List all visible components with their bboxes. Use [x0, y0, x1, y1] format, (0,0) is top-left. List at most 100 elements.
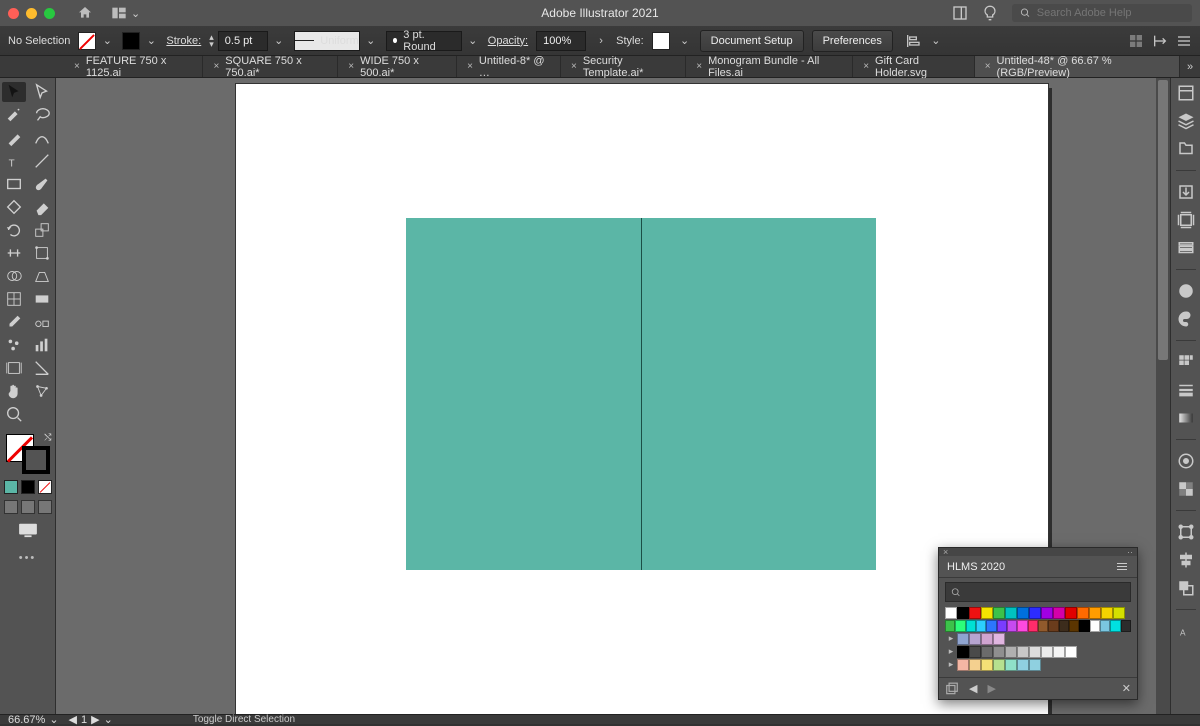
swatch-chip[interactable]: [1041, 646, 1053, 658]
chevron-down-icon[interactable]: ⌄: [49, 713, 58, 726]
swatch-chip[interactable]: [986, 620, 996, 632]
close-tab-icon[interactable]: ×: [985, 61, 991, 72]
character-panel-icon[interactable]: A: [1177, 622, 1195, 640]
control-option-icon[interactable]: [1128, 33, 1144, 49]
swatch-chip[interactable]: [945, 620, 955, 632]
free-transform-tool[interactable]: [30, 243, 54, 263]
swatch-chip[interactable]: [1077, 607, 1089, 619]
selection-tool[interactable]: [2, 82, 26, 102]
swatches-floating-panel[interactable]: ×·· HLMS 2020 ▸▸▸ ◀ ▶ ✕: [938, 547, 1138, 700]
swatch-chip[interactable]: [997, 620, 1007, 632]
column-graph-tool[interactable]: [30, 335, 54, 355]
swatch-chip[interactable]: [1017, 659, 1029, 671]
swatch-chip[interactable]: [1113, 607, 1125, 619]
puppet-warp-tool[interactable]: [30, 381, 54, 401]
document-tab[interactable]: ×Untitled-8* @ …: [457, 56, 561, 77]
perspective-grid-tool[interactable]: [30, 266, 54, 286]
swatch-chip[interactable]: [993, 659, 1005, 671]
help-search-input[interactable]: [1037, 7, 1184, 19]
swatch-chip[interactable]: [1053, 607, 1065, 619]
chevron-down-icon[interactable]: ⌄: [100, 34, 114, 47]
gradient-tool[interactable]: [30, 289, 54, 309]
swatch-chip[interactable]: [993, 646, 1005, 658]
swatch-chip[interactable]: [957, 633, 969, 645]
document-tab[interactable]: ×Security Template.ai*: [561, 56, 686, 77]
swatch-chip[interactable]: [1110, 620, 1120, 632]
align-panel-icon[interactable]: [1177, 551, 1195, 569]
placeholder-tool[interactable]: [30, 404, 54, 424]
swatch-chip[interactable]: [969, 633, 981, 645]
rectangle-tool[interactable]: [2, 174, 26, 194]
stroke-weight-field[interactable]: 0.5 pt: [218, 31, 268, 51]
swatch-chip[interactable]: [981, 633, 993, 645]
swatch-chip[interactable]: [976, 620, 986, 632]
swatch-chip[interactable]: [955, 620, 965, 632]
swatch-chip[interactable]: [1065, 607, 1077, 619]
swatch-chip[interactable]: [981, 659, 993, 671]
swatch-chip[interactable]: [1007, 620, 1017, 632]
asset-export-icon[interactable]: [1177, 183, 1195, 201]
minimize-window-button[interactable]: [26, 8, 37, 19]
zoom-window-button[interactable]: [44, 8, 55, 19]
scale-tool[interactable]: [30, 220, 54, 240]
swatch-chip[interactable]: [957, 607, 969, 619]
appearance-panel-icon[interactable]: [1177, 452, 1195, 470]
swatch-chip[interactable]: [1065, 646, 1077, 658]
prev-library-icon[interactable]: ◀: [969, 682, 977, 695]
transform-panel-icon[interactable]: [1177, 523, 1195, 541]
gradient-panel-icon[interactable]: [1177, 409, 1195, 427]
direct-selection-tool[interactable]: [30, 82, 54, 102]
chevron-right-icon[interactable]: ›: [594, 35, 608, 47]
panel-menu-icon[interactable]: [1115, 561, 1129, 573]
document-setup-button[interactable]: Document Setup: [700, 30, 804, 52]
help-search[interactable]: [1012, 4, 1192, 22]
swatch-chip[interactable]: [945, 607, 957, 619]
chevron-down-icon[interactable]: ⌄: [929, 34, 943, 47]
screen-mode-button[interactable]: [17, 522, 39, 538]
swatch-chip[interactable]: [1069, 620, 1079, 632]
swatches-panel-icon[interactable]: [1177, 353, 1195, 371]
document-tab[interactable]: ×FEATURE 750 x 1125.ai: [64, 56, 203, 77]
close-tab-icon[interactable]: ×: [348, 61, 354, 72]
swatch-chip[interactable]: [957, 659, 969, 671]
chevron-down-icon[interactable]: ⌄: [678, 34, 692, 47]
align-to-icon[interactable]: [905, 33, 921, 49]
document-tab[interactable]: ×Untitled-48* @ 66.67 % (RGB/Preview): [975, 56, 1180, 77]
whats-new-icon[interactable]: [982, 5, 998, 21]
close-tab-icon[interactable]: ×: [213, 61, 219, 72]
chevron-down-icon[interactable]: ⌄: [144, 34, 158, 47]
swatch-chip[interactable]: [1017, 620, 1027, 632]
next-library-icon[interactable]: ▶: [987, 682, 995, 695]
graphic-style-swatch[interactable]: [652, 32, 670, 50]
lasso-tool[interactable]: [30, 105, 54, 125]
document-tab[interactable]: ×SQUARE 750 x 750.ai*: [203, 56, 338, 77]
stroke-panel-icon[interactable]: [1177, 381, 1195, 399]
workspace-switcher-icon[interactable]: [952, 5, 968, 21]
mesh-tool[interactable]: [2, 289, 26, 309]
blend-tool[interactable]: [30, 312, 54, 332]
tabs-overflow-icon[interactable]: »: [1180, 56, 1200, 77]
artboards-panel-icon[interactable]: [1177, 211, 1195, 229]
artboard-prev-icon[interactable]: ◀: [69, 713, 77, 726]
rectangle-shape[interactable]: [406, 218, 876, 570]
color-panel-icon[interactable]: [1177, 282, 1195, 300]
close-icon[interactable]: ×: [943, 547, 948, 557]
shaper-tool[interactable]: [2, 197, 26, 217]
swatch-chip[interactable]: [981, 607, 993, 619]
draw-mode-behind[interactable]: [21, 500, 35, 514]
zoom-tool[interactable]: [2, 404, 26, 424]
swatch-chip[interactable]: [1017, 646, 1029, 658]
hand-tool[interactable]: [2, 381, 26, 401]
chevron-down-icon[interactable]: ⌄: [364, 34, 378, 47]
line-tool[interactable]: [30, 151, 54, 171]
swatch-chip[interactable]: [981, 646, 993, 658]
close-tab-icon[interactable]: ×: [696, 61, 702, 72]
swatch-group-folder-icon[interactable]: ▸: [945, 633, 957, 644]
curvature-tool[interactable]: [30, 128, 54, 148]
swatch-chip[interactable]: [1041, 607, 1053, 619]
swatch-chip[interactable]: [1028, 620, 1038, 632]
swatch-chip[interactable]: [966, 620, 976, 632]
color-mode-swatch[interactable]: [4, 480, 18, 494]
swatch-chip[interactable]: [1029, 646, 1041, 658]
swatch-chip[interactable]: [1053, 646, 1065, 658]
